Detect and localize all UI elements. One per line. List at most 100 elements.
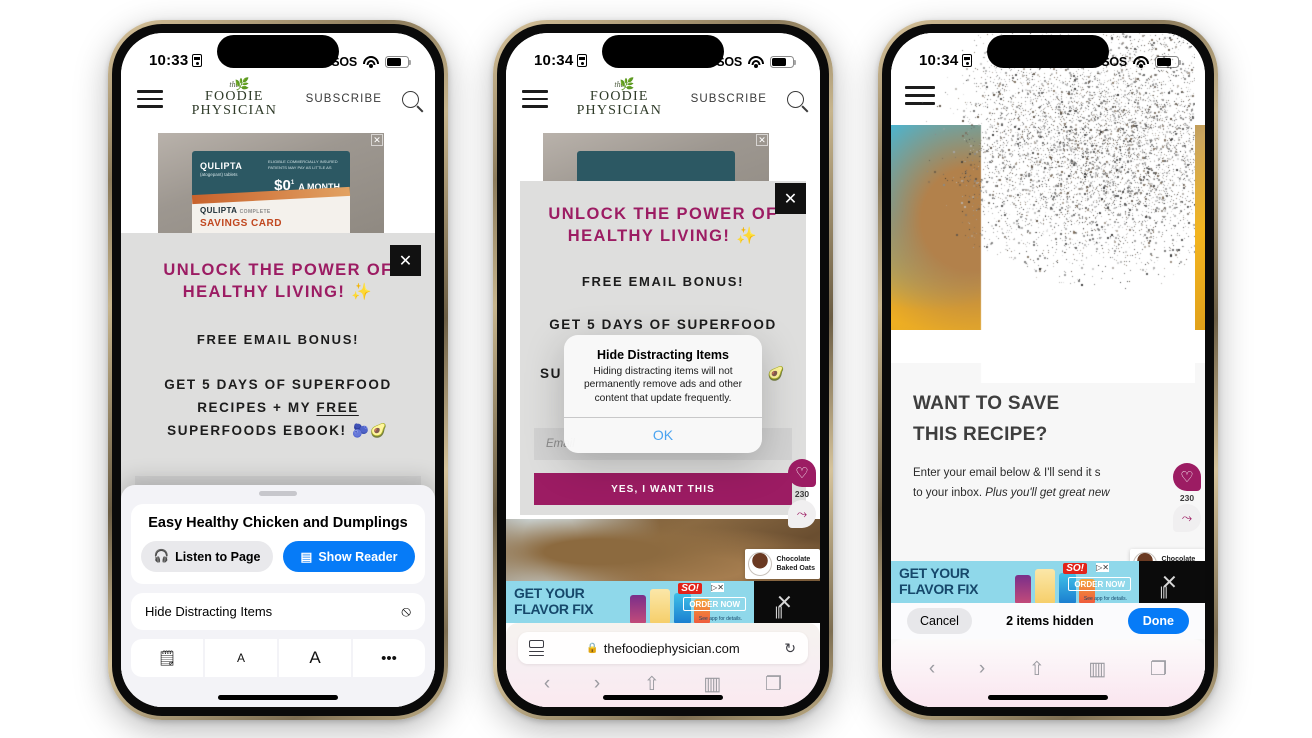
hide-distracting-items-row[interactable]: Hide Distracting Items ⦸ xyxy=(131,593,425,630)
logo-line1: FOODIE xyxy=(590,88,649,104)
cancel-button[interactable]: Cancel xyxy=(907,608,972,634)
related-recipe-widget[interactable]: Chocolate Baked Oats xyxy=(745,549,820,579)
phone-3-screen: WANT TO SAVE THIS RECIPE? Enter your ema… xyxy=(891,33,1205,707)
phone-1-screen: 🌿 the FOODIE PHYSICIAN SUBSCRIBE QULIPTA… xyxy=(121,33,435,707)
find-on-page-icon[interactable]: 🗒 xyxy=(131,639,203,677)
ad-cta-button[interactable]: ORDER NOW xyxy=(683,597,746,611)
bookmarks-book-icon[interactable]: ▥ xyxy=(1088,658,1106,681)
popup-close-icon[interactable]: ✕ xyxy=(775,183,806,214)
popup-bonus: FREE EMAIL BONUS! xyxy=(196,331,360,347)
home-indicator[interactable] xyxy=(218,695,338,700)
site-header-2: 🌿 the FOODIE PHYSICIAN SUBSCRIBE xyxy=(506,73,820,125)
reload-icon[interactable]: ↻ xyxy=(784,640,796,657)
share-network-icon[interactable]: ⤳ xyxy=(788,500,816,528)
ad-close-icon[interactable]: ✕ xyxy=(756,134,768,146)
popup-title-line1: UNLOCK THE POWER OF xyxy=(548,205,778,223)
ad-brand-sub: (atogepant) tablets xyxy=(200,172,238,177)
ad-line2: FLAVOR FIX xyxy=(899,581,979,597)
adchoices-bars-icon[interactable]: ||| xyxy=(775,604,783,619)
hamburger-menu-icon[interactable] xyxy=(522,85,548,112)
logo-line1: FOODIE xyxy=(205,88,264,104)
search-icon[interactable] xyxy=(402,90,419,108)
signup-cta-button[interactable]: YES, I WANT THIS xyxy=(534,473,792,505)
dynamic-island xyxy=(987,35,1109,68)
home-indicator[interactable] xyxy=(603,695,723,700)
subscribe-link[interactable]: SUBSCRIBE xyxy=(306,93,382,105)
sheet-grabber[interactable] xyxy=(259,491,297,496)
related-recipe-line1: Chocolate xyxy=(776,555,811,563)
listen-to-page-label: Listen to Page xyxy=(175,549,261,564)
site-logo[interactable]: 🌿 the FOODIE PHYSICIAN xyxy=(548,78,691,118)
show-reader-button[interactable]: ▤ Show Reader xyxy=(283,541,415,572)
popup-body-line1: GET 5 DAYS OF SUPERFOOD xyxy=(549,316,777,332)
popup-body-line1: GET 5 DAYS OF SUPERFOOD xyxy=(164,376,392,392)
status-right: SOS xyxy=(331,55,411,69)
popup-body-line2: RECIPES + MY xyxy=(197,399,317,415)
url-text: 🔒 thefoodiephysician.com xyxy=(586,641,739,656)
bottom-ad-banner[interactable]: GET YOUR FLAVOR FIX SO! ▷✕ ORDER NOW See… xyxy=(506,581,820,623)
items-hidden-status: 2 items hidden xyxy=(1006,614,1094,628)
leaf-icon: 🌿 xyxy=(234,76,250,91)
adchoices-icon[interactable]: ▷✕ xyxy=(1096,563,1109,572)
search-icon[interactable] xyxy=(787,90,804,108)
popup-body-line3: SUPERFOODS EBOOK! xyxy=(167,422,347,438)
bookmarks-book-icon[interactable]: ▥ xyxy=(703,673,721,696)
ad-close-icon[interactable]: ✕ xyxy=(371,134,383,146)
ad-creative: QULIPTA (atogepant) tablets ELIGIBLE COM… xyxy=(191,151,351,237)
hide-distracting-items-label: Hide Distracting Items xyxy=(145,604,273,619)
forward-chevron-icon[interactable]: › xyxy=(594,673,600,695)
tabs-icon[interactable]: ❐ xyxy=(1150,658,1167,681)
increase-text-size-button[interactable]: A xyxy=(279,639,351,677)
heart-outline-icon[interactable]: ♡ xyxy=(788,459,816,487)
address-bar[interactable]: 🔒 thefoodiephysician.com ↻ xyxy=(518,632,808,664)
hamburger-menu-icon[interactable] xyxy=(137,85,163,112)
site-logo[interactable]: 🌿 the FOODIE PHYSICIAN xyxy=(163,76,306,118)
back-chevron-icon[interactable]: ‹ xyxy=(544,673,550,695)
ad-cta-button[interactable]: ORDER NOW xyxy=(1068,577,1131,591)
heart-outline-icon[interactable]: ♡ xyxy=(1173,463,1201,491)
popup-title: UNLOCK THE POWER OF HEALTHY LIVING! ✨ xyxy=(121,259,435,304)
battery-icon xyxy=(1155,56,1181,68)
home-indicator[interactable] xyxy=(988,695,1108,700)
hamburger-menu-icon[interactable] xyxy=(905,81,935,110)
save-heading-line1: WANT TO SAVE xyxy=(913,393,1060,414)
share-upload-icon[interactable]: ⇧ xyxy=(644,673,660,696)
adchoices-bars-icon[interactable]: ||| xyxy=(1160,584,1168,599)
floating-social-buttons: ♡ 230 ⤳ xyxy=(788,459,816,528)
sheet-tool-row: 🗒 A A ••• xyxy=(131,639,425,677)
share-network-icon[interactable]: ⤳ xyxy=(1173,504,1201,532)
save-body-b: to your inbox. xyxy=(913,486,986,499)
share-count: 230 xyxy=(794,489,810,499)
share-upload-icon[interactable]: ⇧ xyxy=(1029,658,1045,681)
tabs-icon[interactable]: ❐ xyxy=(765,673,782,696)
show-reader-label: Show Reader xyxy=(318,549,398,564)
adchoices-icon[interactable]: ▷✕ xyxy=(711,583,724,592)
forward-chevron-icon[interactable]: › xyxy=(979,658,985,680)
ad-line1: GET YOUR xyxy=(899,565,970,581)
battery-icon xyxy=(770,56,796,68)
decrease-text-size-button[interactable]: A xyxy=(205,639,277,677)
alert-body: Hide Distracting Items Hiding distractin… xyxy=(564,335,762,417)
popup-close-icon[interactable]: ✕ xyxy=(390,245,421,276)
popup-title-line1: UNLOCK THE POWER OF xyxy=(163,261,393,279)
alert-ok-button[interactable]: OK xyxy=(564,418,762,453)
bottom-ad-banner[interactable]: GET YOUR FLAVOR FIX SO! ▷✕ ORDER NOW See… xyxy=(891,561,1205,603)
ad-creative: GET YOUR FLAVOR FIX SO! ▷✕ ORDER NOW See… xyxy=(506,581,754,623)
done-button[interactable]: Done xyxy=(1127,608,1189,634)
more-options-button[interactable]: ••• xyxy=(353,639,425,677)
ad-headline: ELIGIBLE COMMERCIALLY INSURED PATIENTS M… xyxy=(268,159,338,170)
popup-bonus: FREE EMAIL BONUS! xyxy=(581,273,745,289)
popup-partial-text: SU xyxy=(540,365,562,381)
logo-line2: PHYSICIAN xyxy=(191,102,278,118)
ad-creative: GET YOUR FLAVOR FIX SO! ▷✕ ORDER NOW See… xyxy=(891,561,1139,603)
subscribe-link[interactable]: SUBSCRIBE xyxy=(691,93,767,105)
popup-title-line2: HEALTHY LIVING! xyxy=(567,227,731,246)
top-ad[interactable]: QULIPTA (atogepant) tablets ELIGIBLE COM… xyxy=(158,133,384,243)
page-settings-aA-icon[interactable] xyxy=(529,638,544,659)
save-body-a: Enter your email below & I'll send it s xyxy=(913,466,1101,479)
floating-social-buttons: ♡ 230 ⤳ xyxy=(1173,463,1201,532)
listen-to-page-button[interactable]: 🎧 Listen to Page xyxy=(141,541,273,572)
back-chevron-icon[interactable]: ‹ xyxy=(929,658,935,680)
save-body-italic: Plus you'll get great new xyxy=(985,486,1110,499)
reader-card: Easy Healthy Chicken and Dumplings 🎧 Lis… xyxy=(131,504,425,584)
